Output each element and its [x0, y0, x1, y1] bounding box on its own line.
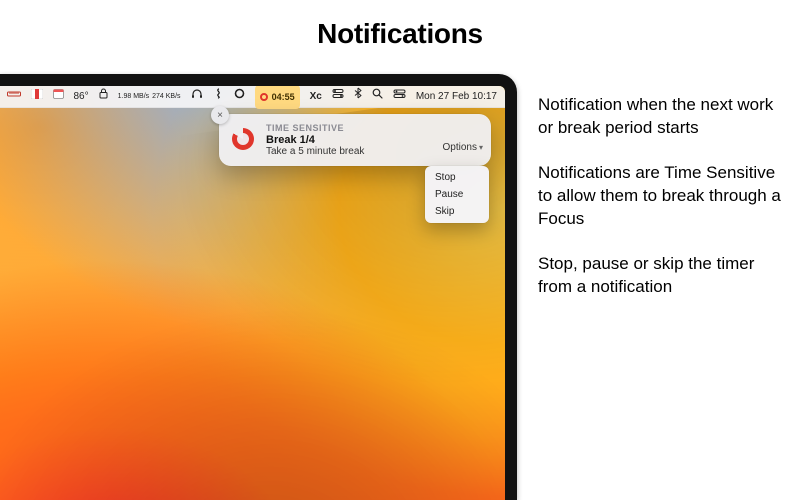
menubar: 86° 1.98 MB/s 274 KB/s	[0, 86, 505, 108]
stage: 86° 1.98 MB/s 274 KB/s	[0, 74, 800, 500]
menubar-temperature[interactable]: 86°	[74, 86, 89, 108]
menu-item-skip[interactable]: Skip	[425, 203, 489, 220]
close-icon: ×	[217, 110, 223, 121]
laptop-bezel: 86° 1.98 MB/s 274 KB/s	[0, 74, 517, 500]
chevron-down-icon: ▾	[479, 143, 483, 152]
bluetooth-icon[interactable]	[354, 86, 362, 108]
notification-app-icon	[229, 125, 257, 153]
search-icon[interactable]	[372, 86, 383, 108]
genie-icon[interactable]	[213, 86, 224, 108]
timer-value: 04:55	[272, 86, 295, 108]
notification-close-button[interactable]: ×	[211, 106, 229, 124]
calendar-icon[interactable]	[53, 86, 64, 108]
control-center-icon[interactable]	[393, 86, 406, 108]
headphones-icon[interactable]	[191, 86, 203, 108]
lock-icon[interactable]	[99, 86, 108, 108]
laptop-screen: 86° 1.98 MB/s 274 KB/s	[0, 86, 505, 500]
timer-ring-icon	[260, 93, 268, 101]
ring-icon	[232, 128, 254, 150]
donut-icon[interactable]	[234, 86, 245, 108]
menubar-timer[interactable]: 04:55	[255, 86, 300, 109]
menubar-network[interactable]: 1.98 MB/s 274 KB/s	[118, 93, 181, 101]
copy-paragraph-1: Notification when the next work or break…	[538, 94, 782, 140]
page-title: Notifications	[0, 0, 800, 50]
feature-copy: Notification when the next work or break…	[530, 74, 800, 500]
toggles-icon[interactable]	[332, 86, 344, 108]
menubar-left	[3, 86, 64, 108]
menu-item-pause[interactable]: Pause	[425, 186, 489, 203]
menu-item-stop[interactable]: Stop	[425, 169, 489, 186]
copy-paragraph-2: Notifications are Time Sensitive to allo…	[538, 162, 782, 231]
menubar-xc[interactable]: Xc	[310, 86, 322, 108]
ruler-icon[interactable]	[7, 86, 21, 108]
notification-options-button[interactable]: Options ▾	[443, 142, 483, 153]
net-down: 274 KB/s	[152, 93, 180, 101]
menubar-datetime[interactable]: Mon 27 Feb 10:17	[416, 86, 497, 108]
notification-sensitive-label: TIME SENSITIVE	[266, 123, 481, 133]
options-label: Options	[443, 142, 477, 153]
laptop: 86° 1.98 MB/s 274 KB/s	[0, 74, 530, 500]
notification-banner: × TIME SENSITIVE Break 1/4 Take a 5 minu…	[219, 114, 491, 166]
copy-paragraph-3: Stop, pause or skip the timer from a not…	[538, 253, 782, 299]
flag-icon[interactable]	[31, 86, 43, 108]
net-up: 1.98 MB/s	[118, 93, 150, 101]
options-menu: Stop Pause Skip	[425, 166, 489, 223]
